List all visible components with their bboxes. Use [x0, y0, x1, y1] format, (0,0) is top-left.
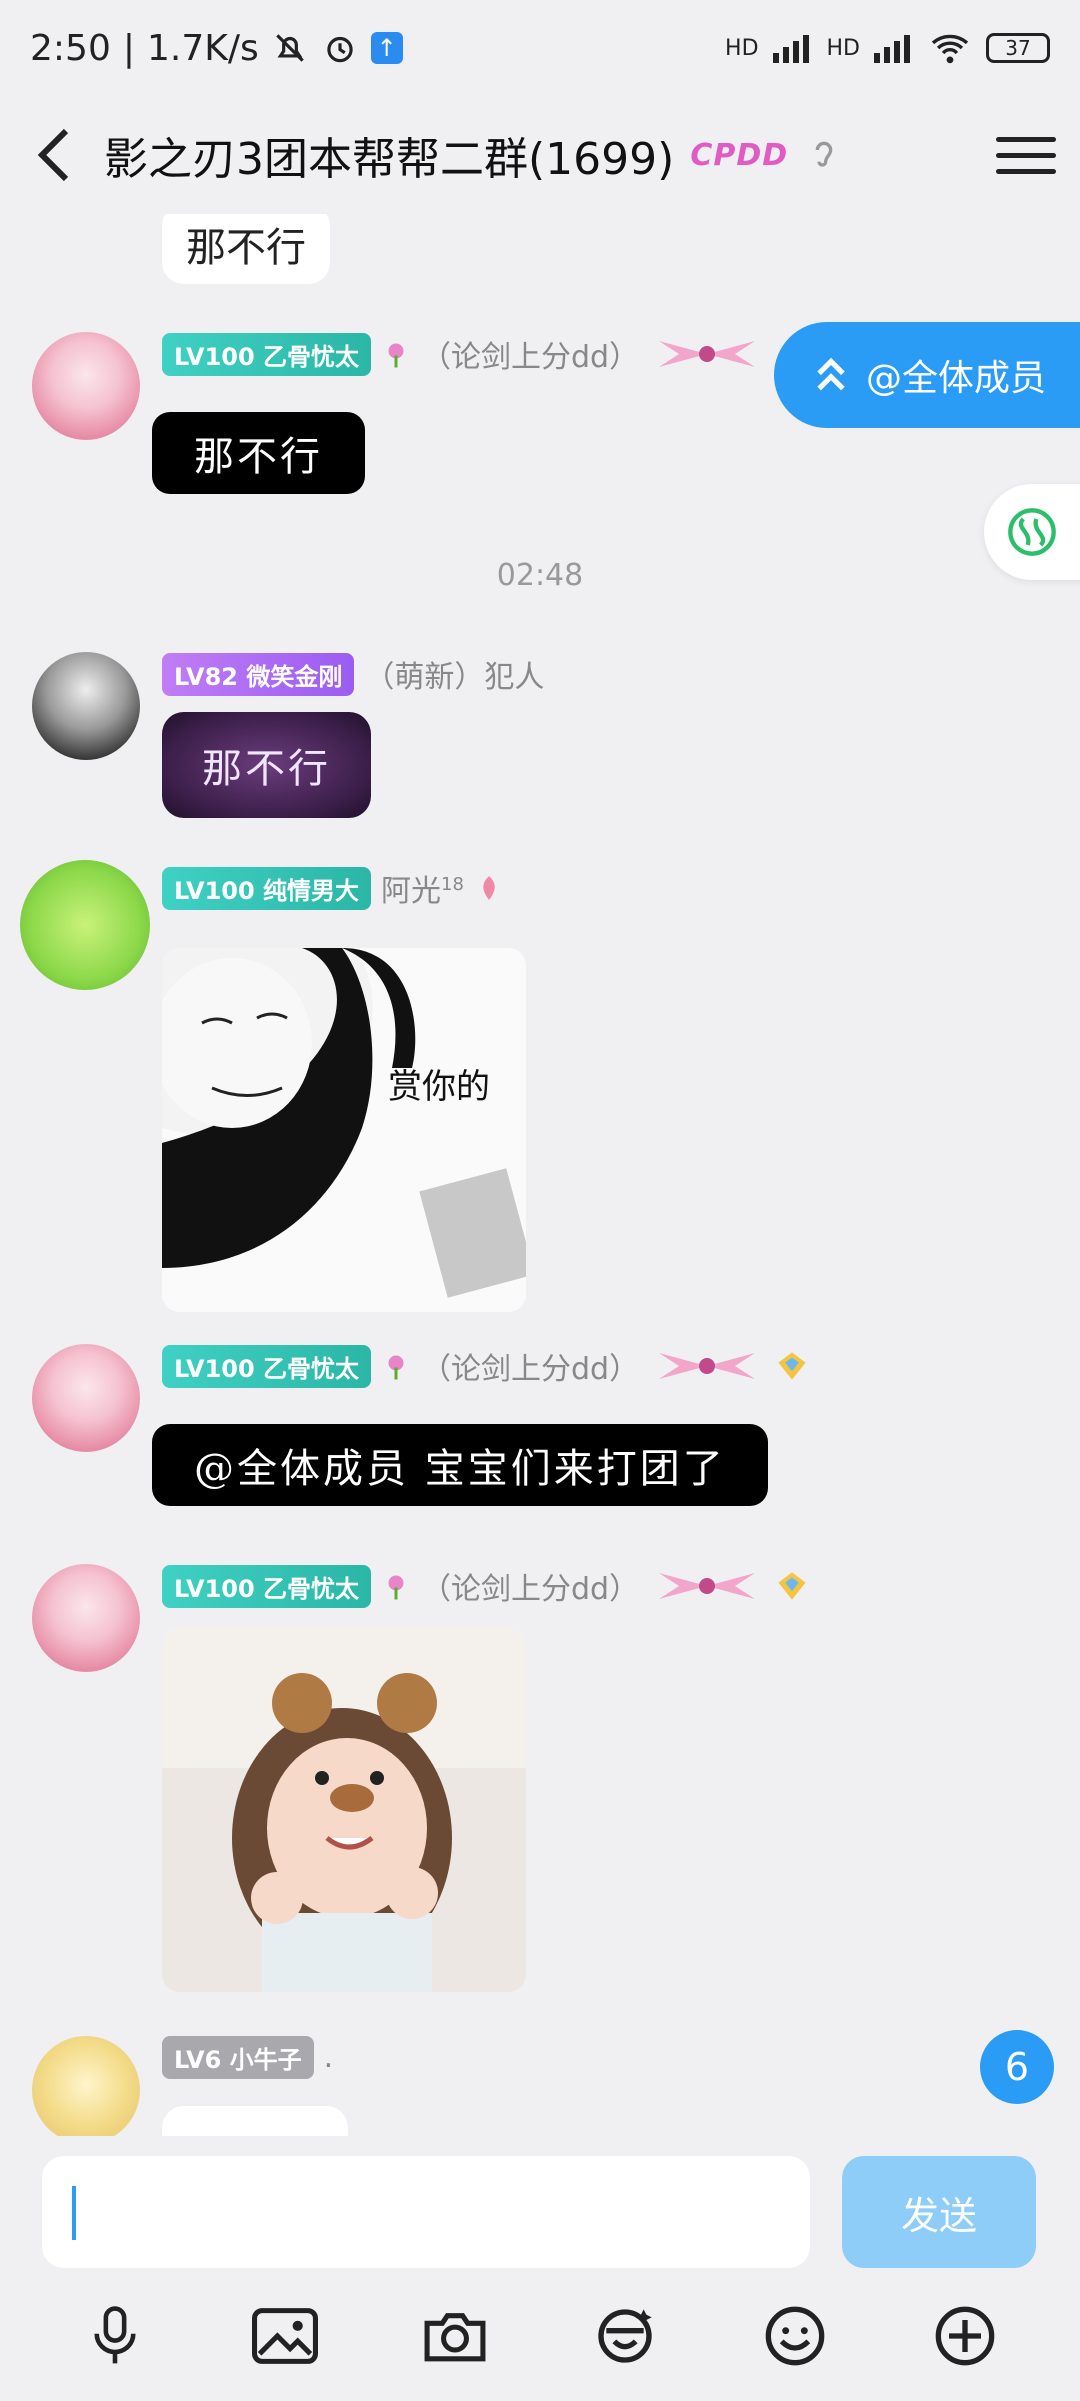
- chat-header: 影之刃3团本帮帮二群(1699) CPDD: [0, 96, 1080, 214]
- alarm-icon: [327, 36, 353, 63]
- more-button[interactable]: [927, 2298, 1003, 2374]
- emoji-button[interactable]: [757, 2298, 833, 2374]
- flower-icon: [388, 1575, 404, 1600]
- flower-icon: [388, 1355, 404, 1380]
- wings-badge-icon: [659, 1573, 756, 1599]
- avatar[interactable]: [32, 1564, 140, 1672]
- side-float-button[interactable]: [984, 484, 1080, 580]
- sticker-icon: [598, 2308, 652, 2363]
- flower-icon: [483, 876, 495, 900]
- voice-button[interactable]: [77, 2298, 153, 2374]
- sender-line: LV100 乙骨忧太 （论剑上分dd）: [162, 1344, 809, 1388]
- status-time: 2:50: [30, 27, 111, 69]
- at-all-members-button[interactable]: @全体成员: [774, 322, 1080, 428]
- sender-name[interactable]: （论剑上分dd）: [421, 332, 639, 376]
- child-photo-image: [162, 1628, 526, 1992]
- double-chevron-up-icon: [817, 357, 845, 391]
- avatar[interactable]: [32, 1344, 140, 1452]
- message-bubble[interactable]: @全体成员 宝宝们来打团了: [152, 1424, 768, 1506]
- cpdd-badge[interactable]: CPDD: [690, 138, 788, 173]
- battery-icon: 37: [986, 33, 1050, 63]
- avatar[interactable]: [20, 860, 150, 990]
- sender-name[interactable]: （论剑上分dd）: [421, 1344, 639, 1388]
- image-caption: 赏你的: [388, 1067, 490, 1107]
- sender-line: LV100 纯情男大 阿光18: [162, 866, 504, 910]
- app-notification-icon: ↑: [370, 32, 403, 64]
- wifi-icon: [931, 34, 969, 64]
- timestamp: 02:48: [496, 558, 584, 593]
- avatar[interactable]: [32, 2036, 140, 2136]
- gallery-button[interactable]: [247, 2298, 323, 2374]
- avatar[interactable]: [32, 652, 140, 760]
- meme-image: 赏你的: [162, 948, 526, 1312]
- text-caret: [72, 2186, 76, 2240]
- chat-list[interactable]: 那不行 LV100 乙骨忧太 （论剑上分dd） 那不行 02:48 LV82 微…: [0, 214, 1080, 2136]
- wings-badge-icon: [659, 341, 756, 367]
- flower-icon: [388, 343, 404, 368]
- message-bubble[interactable]: 那不行: [152, 412, 365, 494]
- image-message[interactable]: 赏你的: [162, 948, 526, 1312]
- sticker-button[interactable]: [587, 2298, 663, 2374]
- signal-hd-2: HD: [826, 35, 860, 61]
- input-bar: 发送: [0, 2136, 1080, 2270]
- send-button[interactable]: 发送: [842, 2156, 1036, 2268]
- microphone-icon: [94, 2305, 136, 2363]
- plus-circle-icon: [935, 2306, 995, 2365]
- bottom-toolbar: [0, 2270, 1080, 2401]
- camera-button[interactable]: [417, 2298, 493, 2374]
- ear-icon[interactable]: [804, 135, 844, 175]
- message-bubble[interactable]: 那不行: [162, 214, 330, 284]
- smile-icon: [765, 2306, 825, 2365]
- level-badge: LV6 小牛子: [162, 2036, 314, 2079]
- avatar[interactable]: [32, 332, 140, 440]
- message-input[interactable]: [42, 2156, 810, 2268]
- menu-button[interactable]: [996, 125, 1056, 185]
- camera-icon: [424, 2312, 486, 2361]
- sender-line: LV100 乙骨忧太 （论剑上分dd）: [162, 332, 765, 376]
- sender-line: LV100 乙骨忧太 （论剑上分dd）: [162, 1564, 809, 1608]
- level-badge: LV100 乙骨忧太: [162, 1564, 372, 1608]
- message-bubble[interactable]: 那不行: [162, 712, 371, 818]
- level-badge: LV82 微笑金刚: [162, 652, 355, 696]
- image-message[interactable]: [162, 1628, 526, 1992]
- message-bubble[interactable]: [162, 2106, 348, 2136]
- mute-bell-icon: [275, 34, 304, 62]
- signal-hd-1: HD: [725, 35, 759, 61]
- sender-name[interactable]: （萌新）犯人: [364, 652, 544, 696]
- status-bar: 2:50 | 1.7K/s ↑ HD HD 37: [0, 0, 1080, 96]
- sender-line: LV82 微笑金刚 （萌新）犯人: [162, 652, 544, 696]
- sender-line: LV6 小牛子 .: [162, 2036, 333, 2079]
- level-badge: LV100 乙骨忧太: [162, 332, 372, 376]
- image-icon: [252, 2307, 318, 2364]
- sender-name[interactable]: .: [324, 2040, 334, 2075]
- level-badge: LV100 乙骨忧太: [162, 1344, 372, 1388]
- group-title[interactable]: 影之刃3团本帮帮二群(1699): [104, 123, 674, 187]
- chevron-left-icon: [37, 128, 69, 182]
- swirl-icon: [1008, 508, 1056, 556]
- signal-bars-icon: [874, 35, 910, 63]
- sender-name[interactable]: 阿光18: [381, 866, 464, 910]
- gem-icon: [778, 1352, 806, 1380]
- level-badge: LV100 纯情男大: [162, 866, 372, 910]
- signal-bars-icon: [772, 35, 809, 63]
- back-button[interactable]: [24, 125, 84, 185]
- sender-name[interactable]: （论剑上分dd）: [421, 1564, 639, 1608]
- unread-count-badge[interactable]: 6: [980, 2030, 1054, 2104]
- wings-badge-icon: [659, 1353, 756, 1379]
- network-speed: 1.7K/s: [146, 27, 259, 69]
- gem-icon: [778, 1572, 806, 1600]
